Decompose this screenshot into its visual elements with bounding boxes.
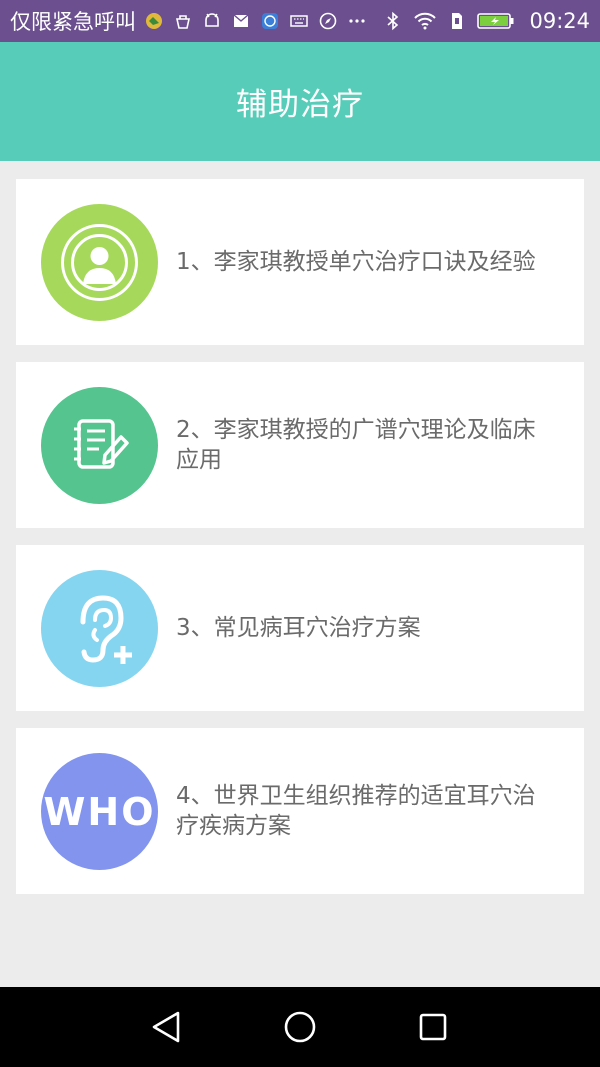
treatment-list: 1、李家琪教授单穴治疗口诀及经验 2、李家琪教授的广谱穴理论及临床应用 3、常见…	[16, 179, 584, 911]
list-item-single-point[interactable]: 1、李家琪教授单穴治疗口诀及经验	[16, 179, 584, 345]
who-logo-text: WHO	[43, 790, 155, 834]
list-item-label: 2、李家琪教授的广谱穴理论及临床应用	[176, 417, 536, 473]
recents-square-icon	[419, 1013, 447, 1041]
bluetooth-icon	[383, 11, 403, 31]
who-logo-icon: WHO	[41, 752, 158, 870]
app-bar: 辅助治疗	[0, 42, 600, 161]
android-icon	[202, 11, 222, 31]
home-button[interactable]	[280, 1007, 320, 1047]
ear-plus-icon	[41, 569, 158, 687]
recents-button[interactable]	[413, 1007, 453, 1047]
compass-icon	[318, 11, 338, 31]
battery-charging-icon	[477, 11, 515, 31]
notification-icons	[144, 11, 367, 31]
list-item-who-recommended[interactable]: WHO 4、世界卫生组织推荐的适宜耳穴治疗疾病方案	[16, 728, 584, 894]
notepad-pencil-icon	[41, 386, 158, 504]
wifi-icon	[413, 11, 437, 31]
navigation-bar	[0, 987, 600, 1067]
back-button[interactable]	[146, 1007, 186, 1047]
list-item-label: 4、世界卫生组织推荐的适宜耳穴治疗疾病方案	[176, 783, 536, 839]
list-item-ear-acupoint[interactable]: 3、常见病耳穴治疗方案	[16, 545, 584, 711]
list-item-label: 3、常见病耳穴治疗方案	[176, 615, 421, 641]
more-icon	[347, 11, 367, 31]
status-bar: 仅限紧急呼叫 09:24	[0, 0, 600, 42]
security-app-icon	[260, 11, 280, 31]
carrier-label: 仅限紧急呼叫	[10, 10, 136, 34]
no-sim-icon	[447, 11, 467, 31]
system-icons: 09:24	[383, 9, 590, 33]
person-signal-icon	[41, 203, 158, 321]
home-circle-icon	[284, 1011, 316, 1043]
app-notification-icon	[144, 11, 164, 31]
list-item-broad-spectrum[interactable]: 2、李家琪教授的广谱穴理论及临床应用	[16, 362, 584, 528]
keyboard-icon	[289, 11, 309, 31]
bag-icon	[173, 11, 193, 31]
list-item-label: 1、李家琪教授单穴治疗口诀及经验	[176, 249, 536, 275]
back-triangle-icon	[152, 1011, 180, 1043]
mail-icon	[231, 11, 251, 31]
page-title: 辅助治疗	[236, 87, 364, 123]
clock: 09:24	[529, 9, 590, 33]
